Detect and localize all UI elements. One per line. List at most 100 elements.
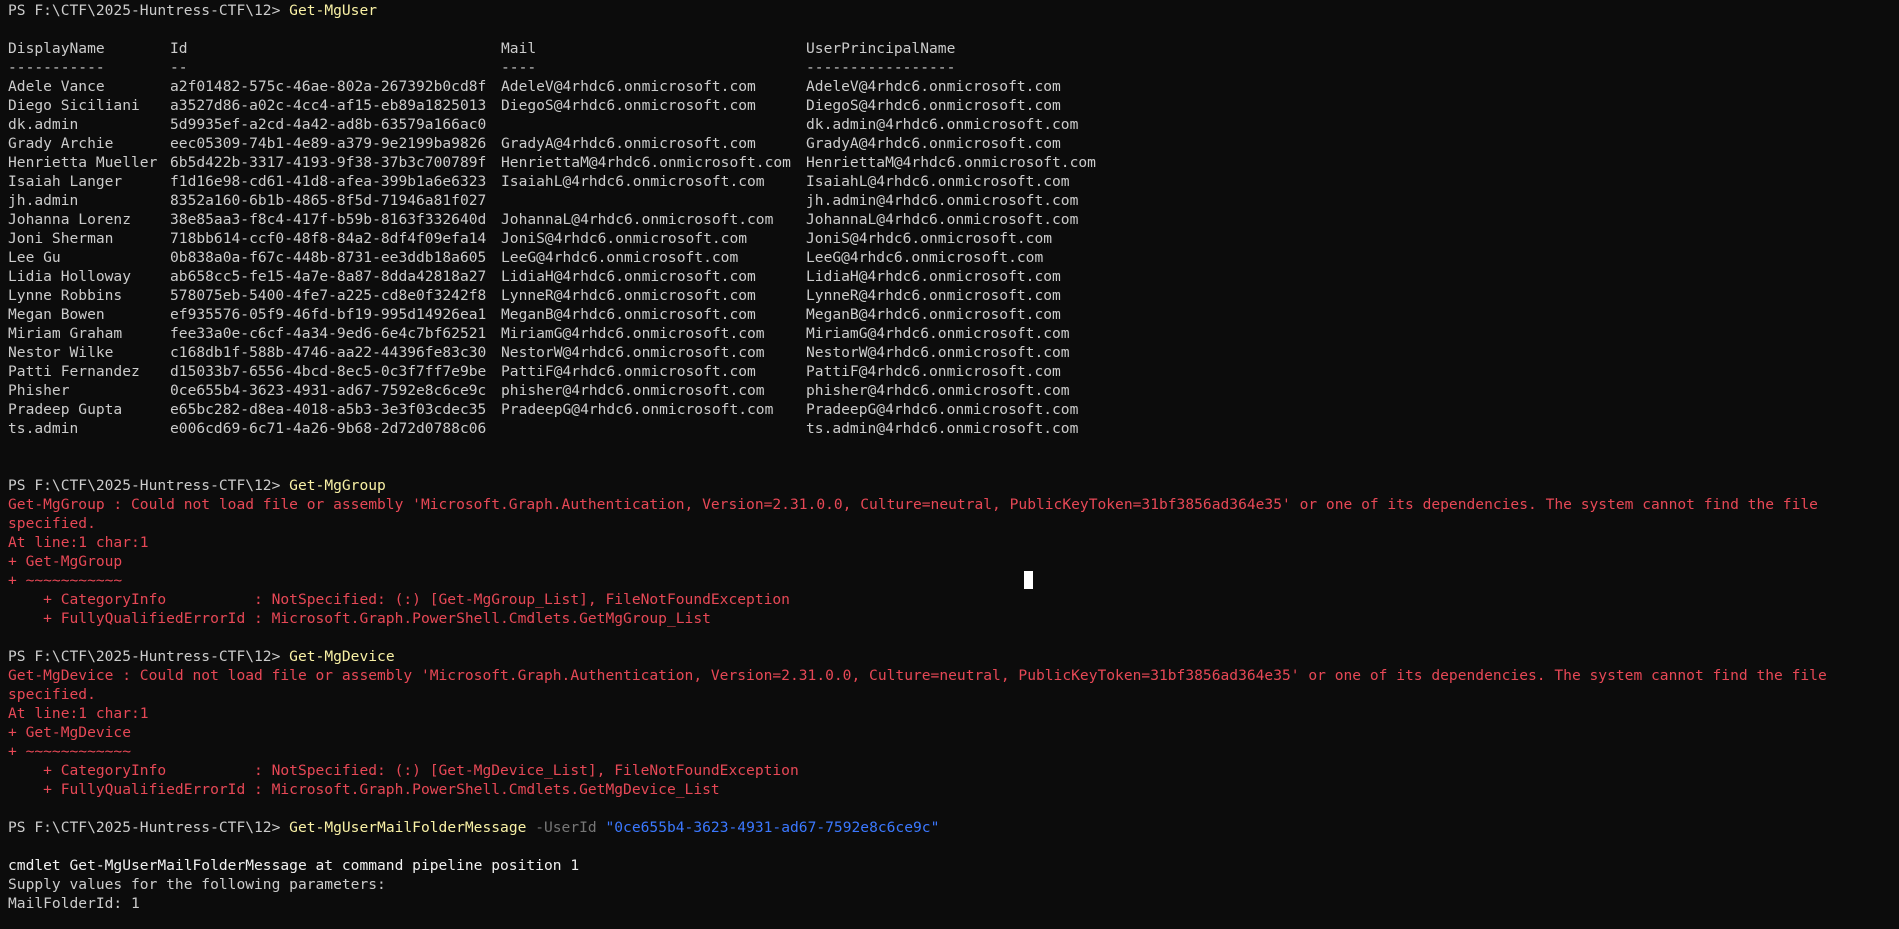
user-mail [501,419,806,438]
user-id: f1d16e98-cd61-41d8-afea-399b1a6e6323 [170,173,487,190]
text-cursor [1024,571,1033,589]
error-message: Get-MgDevice : Could not load file or as… [8,667,1836,703]
user-rows: Adele Vance a2f01482-575c-46ae-802a-26739… [8,77,1206,438]
error-fully-qualified-id: + FullyQualifiedErrorId : Microsoft.Grap… [8,781,720,798]
user-display-name: Nestor Wilke [8,344,114,361]
cmdlet-output-line: Supply values for the following paramete… [8,876,386,893]
user-id: e006cd69-6c71-4a26-9b68-2d72d0788c06 [170,420,487,437]
user-id: ab658cc5-fe15-4a7e-8a87-8dda42818a27 [170,268,487,285]
user-id: a2f01482-575c-46ae-802a-267392b0cd8f [170,78,487,95]
user-display-name: Diego Siciliani [8,97,140,114]
table-row: jh.admin 8352a160-6b1b-4865-8f5d-71946a81… [8,191,1206,210]
error-category-info: + CategoryInfo : NotSpecified: (:) [Get-… [8,591,790,608]
prompt: PS F:\CTF\2025-Huntress-CTF\12> [8,819,290,836]
command-text: Get-MgUser [289,2,378,19]
terminal-output[interactable]: PS F:\CTF\2025-Huntress-CTF\12> Get-MgUs… [8,1,1893,913]
user-id: 6b5d422b-3317-4193-9f38-37b3c700789f [170,154,487,171]
user-display-name: Miriam Graham [8,325,123,342]
mail-folder-id-input[interactable]: MailFolderId: 1 [8,894,1893,913]
user-id: 718bb614-ccf0-48f8-84a2-8df4f09efa14 [170,230,487,247]
command-text: Get-MgUserMailFolderMessage [289,819,527,836]
user-mail [501,191,806,210]
prompt-line: PS F:\CTF\2025-Huntress-CTF\12> Get-MgDe… [8,647,1893,666]
user-id: c168db1f-588b-4746-aa22-44396fe83c30 [170,344,487,361]
user-principal-name: ts.admin@4rhdc6.onmicrosoft.com [806,420,1079,437]
column-header: UserPrincipalName [806,40,956,57]
error-command-echo: + Get-MgGroup [8,553,123,570]
error-message: Get-MgGroup : Could not load file or ass… [8,496,1827,532]
user-principal-name: phisher@4rhdc6.onmicrosoft.com [806,382,1070,399]
user-mail: JoniS@4rhdc6.onmicrosoft.com [501,230,748,247]
column-underline: -- [170,59,188,76]
user-principal-name: AdeleV@4rhdc6.onmicrosoft.com [806,78,1061,95]
user-principal-name: MiriamG@4rhdc6.onmicrosoft.com [806,325,1070,342]
user-display-name: Johanna Lorenz [8,211,132,228]
user-mail: JohannaL@4rhdc6.onmicrosoft.com [501,211,774,228]
table-row: Pradeep Gupta e65bc282-d8ea-4018-a5b3-3e3… [8,400,1206,419]
user-principal-name: DiegoS@4rhdc6.onmicrosoft.com [806,97,1061,114]
user-mail: IsaiahL@4rhdc6.onmicrosoft.com [501,173,765,190]
user-display-name: Adele Vance [8,78,105,95]
column-underline: ---- [501,59,537,76]
command-text: Get-MgGroup [289,477,386,494]
user-mail: PattiF@4rhdc6.onmicrosoft.com [501,363,756,380]
user-display-name: Phisher [8,382,70,399]
table-underline-row: ----------- -- ---- ----------------- [8,58,1206,77]
prompt: PS F:\CTF\2025-Huntress-CTF\12> [8,477,290,494]
user-mail: GradyA@4rhdc6.onmicrosoft.com [501,135,756,152]
parameter-name: -UserId [526,819,606,836]
user-id: 38e85aa3-f8c4-417f-b59b-8163f332640d [170,211,487,228]
user-principal-name: PradeepG@4rhdc6.onmicrosoft.com [806,401,1079,418]
parameter-value: "0ce655b4-3623-4931-ad67-7592e8c6ce9c" [605,819,940,836]
user-principal-name: dk.admin@4rhdc6.onmicrosoft.com [806,116,1079,133]
user-mail: MeganB@4rhdc6.onmicrosoft.com [501,306,756,323]
table-row: Miriam Graham fee33a0e-c6cf-4a34-9ed6-6e4… [8,324,1206,343]
table-row: Diego Siciliani a3527d86-a02c-4cc4-af15-e… [8,96,1206,115]
user-display-name: Lynne Robbins [8,287,123,304]
table-row: dk.admin 5d9935ef-a2cd-4a42-ad8b-63579a16… [8,115,1206,134]
error-command-echo: + Get-MgDevice [8,724,132,741]
table-header-row: DisplayName Id Mail UserPrincipalName [8,39,1206,58]
user-principal-name: LeeG@4rhdc6.onmicrosoft.com [806,249,1044,266]
prompt: PS F:\CTF\2025-Huntress-CTF\12> [8,2,290,19]
error-marker: + ~~~~~~~~~~~ [8,572,123,589]
user-display-name: Pradeep Gupta [8,401,123,418]
user-display-name: Patti Fernandez [8,363,140,380]
user-id: a3527d86-a02c-4cc4-af15-eb89a1825013 [170,97,487,114]
column-header: Id [170,40,188,57]
table-row: Adele Vance a2f01482-575c-46ae-802a-26739… [8,77,1206,96]
user-table: DisplayName Id Mail UserPrincipalName --… [8,39,1206,438]
table-row: Johanna Lorenz 38e85aa3-f8c4-417f-b59b-81… [8,210,1206,229]
user-id: fee33a0e-c6cf-4a34-9ed6-6e4c7bf62521 [170,325,487,342]
command-text: Get-MgDevice [289,648,395,665]
user-display-name: Henrietta Mueller [8,154,158,171]
user-mail: phisher@4rhdc6.onmicrosoft.com [501,382,765,399]
user-id: 8352a160-6b1b-4865-8f5d-71946a81f027 [170,192,487,209]
user-mail: HenriettaM@4rhdc6.onmicrosoft.com [501,154,791,171]
table-row: Lynne Robbins 578075eb-5400-4fe7-a225-cd8… [8,286,1206,305]
error-marker: + ~~~~~~~~~~~~ [8,743,132,760]
user-mail: PradeepG@4rhdc6.onmicrosoft.com [501,401,774,418]
error-location: At line:1 char:1 [8,705,149,722]
table-row: Isaiah Langer f1d16e98-cd61-41d8-afea-399… [8,172,1206,191]
user-principal-name: jh.admin@4rhdc6.onmicrosoft.com [806,192,1079,209]
user-principal-name: JoniS@4rhdc6.onmicrosoft.com [806,230,1053,247]
user-display-name: Grady Archie [8,135,114,152]
user-mail [501,115,806,134]
user-display-name: dk.admin [8,116,79,133]
prompt-line: PS F:\CTF\2025-Huntress-CTF\12> Get-MgGr… [8,476,1893,495]
user-principal-name: NestorW@4rhdc6.onmicrosoft.com [806,344,1070,361]
user-id: eec05309-74b1-4e89-a379-9e2199ba9826 [170,135,487,152]
table-row: Joni Sherman 718bb614-ccf0-48f8-84a2-8df4… [8,229,1206,248]
prompt-line: PS F:\CTF\2025-Huntress-CTF\12> Get-MgUs… [8,1,1893,20]
user-display-name: ts.admin [8,420,79,437]
user-id: 5d9935ef-a2cd-4a42-ad8b-63579a166ac0 [170,116,487,133]
user-mail: AdeleV@4rhdc6.onmicrosoft.com [501,78,756,95]
user-principal-name: PattiF@4rhdc6.onmicrosoft.com [806,363,1061,380]
user-principal-name: JohannaL@4rhdc6.onmicrosoft.com [806,211,1079,228]
